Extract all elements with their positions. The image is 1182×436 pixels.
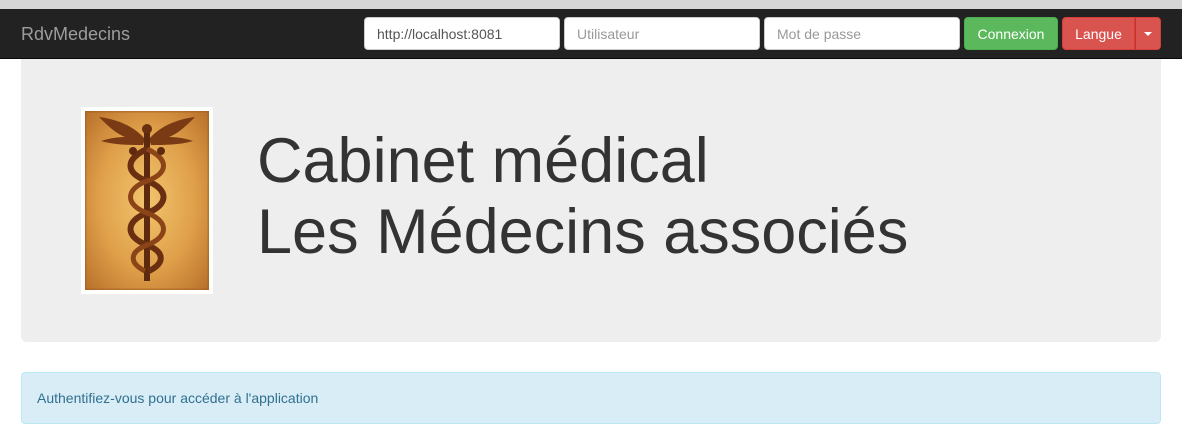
language-toggle-button[interactable] <box>1135 17 1161 50</box>
browser-strip <box>0 0 1182 9</box>
language-button[interactable]: Langue <box>1062 17 1135 50</box>
page-title-line1: Cabinet médical <box>257 126 709 196</box>
brand-link[interactable]: RdvMedecins <box>21 23 130 45</box>
navbar: RdvMedecins Connexion Langue <box>0 9 1182 59</box>
username-input[interactable] <box>564 17 760 50</box>
login-button[interactable]: Connexion <box>964 17 1058 50</box>
jumbotron: Cabinet médical Les Médecins associés <box>21 59 1161 342</box>
caret-down-icon <box>1144 31 1152 36</box>
info-alert: Authentifiez-vous pour accéder à l'appli… <box>21 372 1161 424</box>
caduceus-icon <box>85 111 209 290</box>
language-dropdown: Langue <box>1062 17 1161 50</box>
password-input[interactable] <box>764 17 960 50</box>
server-url-input[interactable] <box>364 17 560 50</box>
page-title-line2: Les Médecins associés <box>257 197 909 267</box>
logo-image <box>81 107 213 294</box>
